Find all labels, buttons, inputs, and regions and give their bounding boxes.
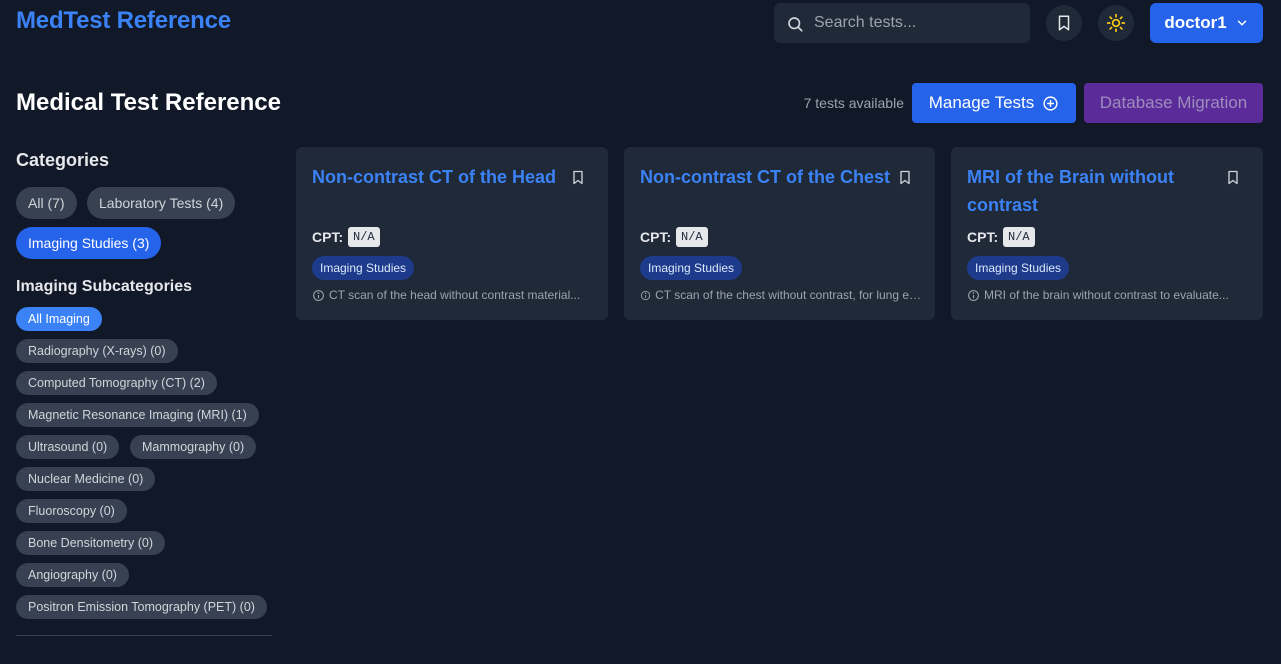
cpt-code: N/A — [1003, 227, 1035, 247]
test-card-title[interactable]: Non-contrast CT of the Head — [312, 163, 562, 191]
test-card[interactable]: MRI of the Brain without contrast CPT: N… — [951, 147, 1263, 320]
sidebar-divider — [16, 635, 272, 636]
theme-toggle-button[interactable] — [1098, 5, 1134, 41]
cpt-label: CPT: — [312, 229, 344, 245]
user-name: doctor1 — [1164, 13, 1227, 32]
page-title: Medical Test Reference — [16, 89, 281, 116]
sun-icon — [1106, 13, 1126, 33]
test-description: CT scan of the head without contrast mat… — [312, 288, 594, 302]
subcategory-nuclear-medicine[interactable]: Nuclear Medicine (0) — [16, 467, 156, 491]
cpt-code: N/A — [676, 227, 708, 247]
bookmark-icon[interactable] — [1225, 169, 1241, 186]
test-description-text: MRI of the brain without contrast to eva… — [984, 288, 1229, 302]
subcategory-ultrasound[interactable]: Ultrasound (0) — [16, 435, 120, 459]
subcategory-mammography[interactable]: Mammography (0) — [130, 435, 257, 459]
top-navigation-bar: MedTest Reference doctor1 — [0, 0, 1281, 48]
test-card[interactable]: Non-contrast CT of the Chest CPT: N/A Im… — [624, 147, 935, 320]
bookmark-icon[interactable] — [897, 169, 913, 186]
subcategory-pet[interactable]: Positron Emission Tomography (PET) (0) — [16, 595, 267, 619]
category-all[interactable]: All (7) — [16, 187, 77, 219]
cpt-label: CPT: — [967, 229, 999, 245]
category-tag: Imaging Studies — [967, 256, 1070, 280]
info-icon — [640, 290, 651, 300]
imaging-subcategories-heading: Imaging Subcategories — [16, 278, 193, 295]
test-description-text: CT scan of the chest without contrast, f… — [655, 288, 922, 302]
test-description: CT scan of the chest without contrast, f… — [640, 288, 922, 302]
subcategory-computed-tomography[interactable]: Computed Tomography (CT) (2) — [16, 371, 217, 395]
search-box[interactable] — [774, 3, 1030, 43]
subcategory-radiography[interactable]: Radiography (X-rays) (0) — [16, 339, 178, 363]
bookmark-icon[interactable] — [570, 169, 586, 186]
search-input[interactable] — [814, 3, 1022, 43]
test-description-text: CT scan of the head without contrast mat… — [329, 288, 581, 302]
categories-heading: Categories — [16, 150, 110, 170]
chevron-down-icon — [1237, 20, 1246, 26]
test-card[interactable]: Non-contrast CT of the Head CPT: N/A Ima… — [296, 147, 608, 320]
test-card-title[interactable]: Non-contrast CT of the Chest — [640, 163, 890, 191]
search-icon — [788, 17, 803, 32]
subcategory-mri[interactable]: Magnetic Resonance Imaging (MRI) (1) — [16, 403, 259, 427]
subcategory-angiography[interactable]: Angiography (0) — [16, 563, 129, 587]
category-tag: Imaging Studies — [312, 256, 415, 280]
cpt-label: CPT: — [640, 229, 672, 245]
subcategory-fluoroscopy[interactable]: Fluoroscopy (0) — [16, 499, 127, 523]
tests-count: 7 tests available — [803, 95, 904, 111]
subcategory-all-imaging[interactable]: All Imaging — [16, 307, 102, 331]
database-migration-label: Database Migration — [1099, 93, 1248, 112]
cpt-code: N/A — [348, 227, 380, 247]
test-description: MRI of the brain without contrast to eva… — [967, 288, 1249, 302]
database-migration-button[interactable]: Database Migration — [1084, 83, 1263, 123]
subcategory-bone-densitometry[interactable]: Bone Densitometry (0) — [16, 531, 166, 555]
category-imaging-studies[interactable]: Imaging Studies (3) — [16, 227, 162, 259]
brand-title[interactable]: MedTest Reference — [16, 7, 231, 35]
manage-tests-button[interactable]: Manage Tests — [912, 83, 1076, 123]
user-menu-button[interactable]: doctor1 — [1150, 3, 1263, 43]
plus-circle-icon — [1043, 95, 1058, 111]
manage-tests-label: Manage Tests — [928, 93, 1035, 112]
category-tag: Imaging Studies — [640, 256, 743, 280]
bookmark-icon — [1058, 15, 1070, 31]
category-laboratory-tests[interactable]: Laboratory Tests (4) — [87, 187, 236, 219]
test-card-title[interactable]: MRI of the Brain without contrast — [967, 163, 1217, 219]
info-icon — [313, 289, 324, 301]
info-icon — [968, 289, 979, 301]
bookmarks-button[interactable] — [1046, 5, 1082, 41]
